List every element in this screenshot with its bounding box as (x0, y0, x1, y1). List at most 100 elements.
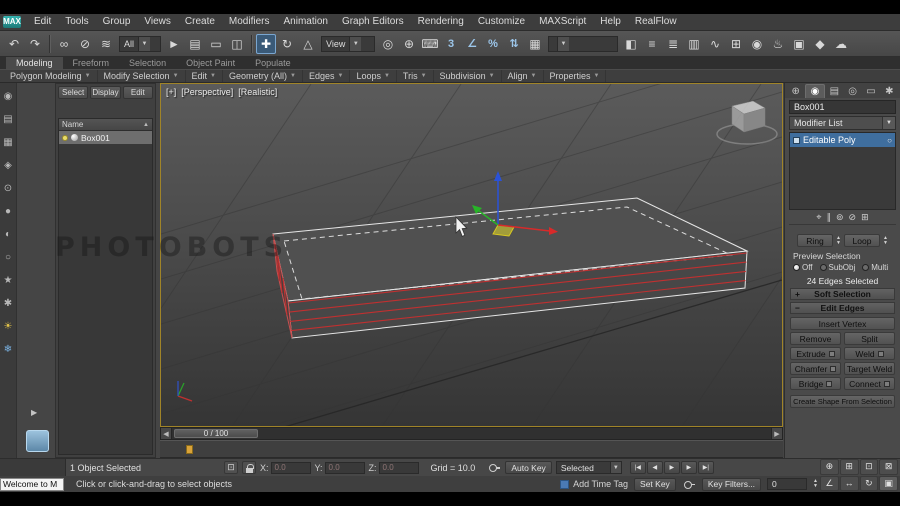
redo-icon[interactable]: ↷ (25, 34, 45, 54)
connect-settings-icon[interactable] (883, 380, 890, 387)
ribbon-tab[interactable]: Selection (119, 57, 176, 69)
ribbon-tab[interactable]: Populate (245, 57, 301, 69)
left-tool-circle-icon[interactable]: ○ (1, 250, 15, 264)
target-weld-button[interactable]: Target Weld (844, 362, 895, 375)
layer-manager-icon[interactable]: ≣ (663, 34, 683, 54)
z-coordinate-field[interactable]: 0.0 (378, 461, 419, 474)
select-and-manipulate-icon[interactable]: ⊕ (399, 34, 419, 54)
ring-button[interactable]: Ring (797, 234, 834, 247)
percent-snap-icon[interactable]: % (483, 34, 503, 54)
create-tab-icon[interactable]: ⊕ (787, 84, 804, 98)
current-frame-field[interactable]: 0 (767, 478, 808, 490)
remove-modifier-icon[interactable]: ⊘ (849, 212, 857, 223)
maximize-viewport-icon[interactable]: ▣ (879, 475, 898, 491)
field-of-view-icon[interactable]: ∠ (820, 475, 839, 491)
create-shape-from-selection-button[interactable]: Create Shape From Selection (790, 395, 895, 408)
track-bar[interactable] (160, 440, 783, 458)
previous-frame-arrow-icon[interactable]: ◀ (161, 428, 172, 439)
ribbon-toggle-icon[interactable]: ▥ (684, 34, 704, 54)
menu-item[interactable]: MAXScript (532, 14, 593, 30)
ribbon-tool[interactable]: Edit ▼ (186, 70, 223, 82)
ribbon-tab[interactable]: Modeling (6, 57, 63, 69)
y-coordinate-field[interactable]: 0.0 (324, 461, 365, 474)
left-tool-gem-icon[interactable]: ◈ (1, 158, 15, 172)
motion-tab-icon[interactable]: ◎ (844, 84, 861, 98)
split-button[interactable]: Split (844, 332, 895, 345)
keyframe-marker[interactable] (186, 445, 193, 454)
reference-coordinate-dropdown[interactable]: View ▼ (321, 35, 375, 52)
viewport-canvas[interactable] (80, 46, 900, 460)
ribbon-tool[interactable]: Edges ▼ (303, 70, 351, 82)
ring-spinner[interactable]: ▲ ▼ (836, 235, 841, 246)
ribbon-tool[interactable]: Tris ▼ (397, 70, 434, 82)
chamfer-settings-icon[interactable] (830, 365, 837, 372)
left-tool-layers-icon[interactable]: ▤ (1, 112, 15, 126)
unlink-selection-icon[interactable]: ⊘ (75, 34, 95, 54)
select-and-rotate-icon[interactable]: ↻ (277, 34, 297, 54)
go-to-end-icon[interactable]: ▶| (697, 461, 714, 474)
preview-selection-radio[interactable]: SubObj (819, 263, 855, 272)
box-object[interactable] (272, 197, 749, 339)
zoom-extents-icon[interactable]: ⊡ (859, 459, 879, 475)
expand-arrow-icon[interactable]: ▶ (31, 408, 37, 417)
selection-set-dropdown[interactable]: Selected ▼ (555, 461, 622, 474)
show-end-result-icon[interactable]: ∥ (826, 212, 831, 223)
display-tab-icon[interactable]: ▭ (862, 84, 879, 98)
render-production-icon[interactable]: ◆ (810, 34, 830, 54)
menu-item[interactable]: Edit (27, 14, 58, 30)
edit-edges-rollout-header[interactable]: − Edit Edges (790, 302, 895, 314)
bridge-settings-icon[interactable] (826, 380, 833, 387)
play-icon[interactable]: ▶ (663, 461, 680, 474)
left-tool-sun-icon[interactable]: ☀ (1, 319, 15, 333)
edit-named-selection-sets-icon[interactable]: ▦ (525, 34, 545, 54)
hierarchy-tab-icon[interactable]: ▤ (826, 84, 843, 98)
view-cube[interactable] (716, 100, 778, 145)
modifier-onoff-bulb-icon[interactable]: ○ (887, 136, 892, 145)
time-slider[interactable]: ◀ 0 / 100 ▶ (160, 427, 783, 440)
maxscript-mini-listener[interactable] (0, 459, 66, 476)
ribbon-tool[interactable]: Properties ▼ (544, 70, 607, 82)
viewport-layout-tab[interactable] (26, 430, 49, 452)
curve-editor-icon[interactable]: ∿ (705, 34, 725, 54)
window-crossing-icon[interactable]: ◫ (227, 34, 247, 54)
object-name-field[interactable]: Box001 (789, 100, 896, 114)
loop-button[interactable]: Loop (844, 234, 880, 247)
make-unique-icon[interactable]: ⊚ (836, 212, 844, 223)
scene-explorer-tab[interactable]: Select (58, 86, 89, 99)
key-filters-key-icon[interactable] (682, 478, 696, 491)
select-object-icon[interactable]: ► (164, 34, 184, 54)
menu-item[interactable]: Views (137, 14, 178, 30)
menu-item[interactable]: Rendering (411, 14, 471, 30)
app-logo[interactable]: MAX (3, 16, 21, 28)
loop-spinner[interactable]: ▲ ▼ (883, 235, 888, 246)
preview-selection-radio[interactable]: Off (793, 263, 813, 272)
align-icon[interactable]: ≡ (642, 34, 662, 54)
modifier-list-dropdown[interactable]: Modifier List ▼ (789, 116, 896, 130)
menu-item[interactable]: Group (96, 14, 138, 30)
named-selection-sets-dropdown[interactable]: ▼ (548, 35, 618, 52)
set-key-button[interactable]: Set Key (634, 477, 676, 491)
pin-stack-icon[interactable]: ⌖ (816, 212, 821, 223)
menu-item[interactable]: Animation (276, 14, 334, 30)
left-tool-snowflake-icon[interactable]: ❄ (1, 342, 15, 356)
go-to-start-icon[interactable]: |◀ (629, 461, 646, 474)
schematic-view-icon[interactable]: ⊞ (726, 34, 746, 54)
ribbon-tool[interactable]: Align ▼ (502, 70, 544, 82)
bind-to-space-warp-icon[interactable]: ≋ (96, 34, 116, 54)
perspective-viewport[interactable]: [+] [Perspective] [Realistic] (80, 46, 900, 460)
viewport-shading-menu[interactable]: [Realistic] (238, 87, 277, 97)
frame-spinner[interactable]: ▲ ▼ (813, 479, 818, 489)
weld-button[interactable]: Weld (844, 347, 895, 360)
modify-tab-icon[interactable]: ◉ (805, 84, 825, 98)
ribbon-tool[interactable]: Geometry (All) ▼ (223, 70, 303, 82)
menu-item[interactable]: Help (593, 14, 628, 30)
name-column-header[interactable]: Name ▲ (59, 119, 152, 131)
left-tool-target-icon[interactable]: ⊙ (1, 181, 15, 195)
utilities-tab-icon[interactable]: ✱ (881, 84, 898, 98)
next-frame-icon[interactable]: ▶ (680, 461, 697, 474)
menu-item[interactable]: Tools (58, 14, 95, 30)
time-slider-handle[interactable]: 0 / 100 (174, 429, 258, 438)
auto-key-button[interactable]: Auto Key (505, 461, 552, 474)
orbit-icon[interactable]: ↻ (859, 475, 879, 491)
isolate-selection-icon[interactable]: ⊡ (224, 461, 238, 474)
